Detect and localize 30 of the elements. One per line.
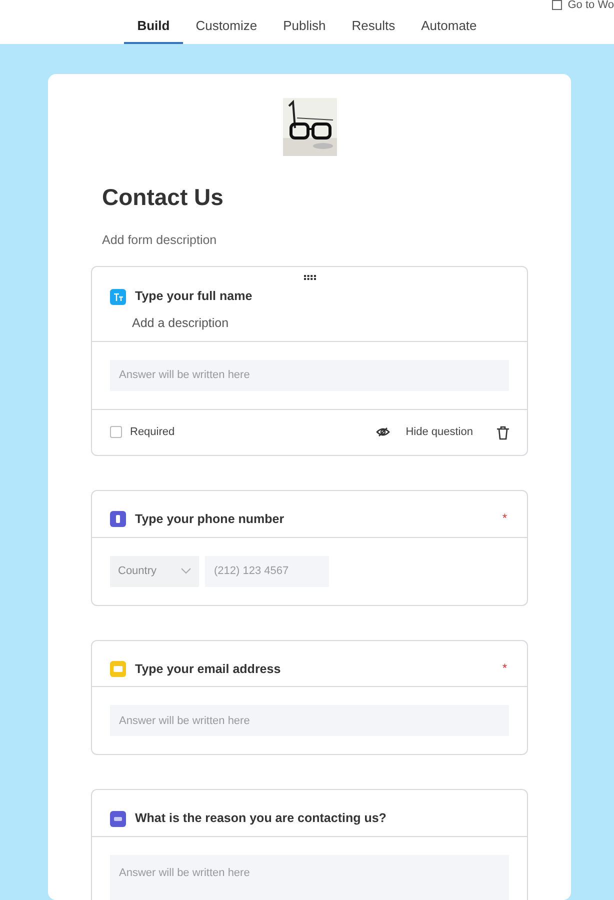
form-description-field[interactable]: Add form description [102, 230, 528, 250]
nav-tab[interactable]: Customize [182, 16, 270, 44]
question-title: What is the reason you are contacting us? [135, 810, 386, 828]
answer-field[interactable]: Answer will be written here [110, 705, 509, 736]
trash-icon [497, 426, 509, 440]
form-title: Contact Us [102, 183, 224, 212]
answer-field[interactable]: Answer will be written here [110, 360, 509, 391]
required-asterisk: * [502, 510, 507, 527]
nav-tab[interactable]: Results [338, 16, 408, 44]
nav-tab[interactable]: Automate [408, 16, 490, 44]
page-icon [552, 0, 562, 10]
question-title: Type your email address [135, 660, 281, 678]
go-to-link[interactable]: Go to Wo [552, 0, 614, 14]
nav-tab[interactable]: Publish [270, 16, 339, 44]
phone-icon [110, 511, 126, 528]
answer-field[interactable]: Answer will be written here [110, 855, 509, 900]
required-asterisk: * [502, 660, 507, 676]
question-title: Type your full name [135, 288, 252, 306]
envelope-icon [110, 660, 126, 677]
description-field[interactable]: Add a description [92, 314, 527, 341]
hide-question-button[interactable]: Hide question [376, 424, 473, 440]
chevron-down-icon [181, 568, 191, 574]
required-checkbox[interactable] [110, 426, 122, 438]
paragraph-icon [110, 810, 126, 827]
required-label: Required [130, 425, 175, 440]
nav-tab[interactable]: Build [124, 16, 183, 44]
text-icon [110, 288, 126, 305]
phone-field[interactable]: (212) 123 4567 [205, 556, 329, 586]
eye-slash-icon [376, 427, 390, 438]
question-title: Type your phone number [135, 510, 284, 528]
